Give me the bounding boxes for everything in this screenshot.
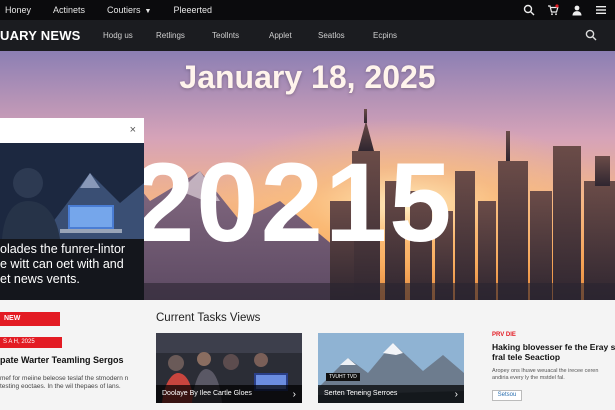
panel-text-line: e witt can oet with and xyxy=(0,257,124,271)
cart-icon[interactable] xyxy=(547,4,559,16)
right-story-tag: PRV DIE xyxy=(492,332,516,338)
card-caption: Serten Teneing Serroes xyxy=(318,385,464,403)
card-badge: TVUHT TVD xyxy=(326,373,360,381)
right-story-title-line: fral tele Seactiop xyxy=(492,352,561,362)
right-story-title[interactable]: Haking blovesser fe the Eray stera fral … xyxy=(492,342,615,362)
hero-date-heading: January 18, 2025 xyxy=(179,59,436,95)
topbar-link-pleeerted[interactable]: Pleeerted xyxy=(173,5,212,15)
chevron-right-icon[interactable]: › xyxy=(293,389,296,400)
nav-link-2[interactable]: Retlings xyxy=(156,31,212,40)
top-utility-bar: Honey Actinets Coutiers ▼ Pleeerted xyxy=(0,0,615,20)
section-title: Current Tasks Views xyxy=(156,312,261,324)
right-story-button[interactable]: Setsou xyxy=(492,390,522,401)
panel-text-line: olades the funrer-lintor xyxy=(0,242,126,256)
search-icon[interactable] xyxy=(585,29,597,41)
left-story-title[interactable]: pate Warter Teamling Sergos xyxy=(0,355,124,365)
page-root: Honey Actinets Coutiers ▼ Pleeerted UARY … xyxy=(0,0,615,410)
panel-image xyxy=(0,143,144,239)
right-story-desc-line: andiria every ly the mstdel fal. xyxy=(492,375,565,381)
new-badge: NEW xyxy=(0,312,60,326)
nav-link-3[interactable]: Teollnts xyxy=(212,31,269,40)
search-icon[interactable] xyxy=(523,4,535,16)
right-story-desc-line: Aropey ons lhuwe weuacal the irecee cere… xyxy=(492,368,599,374)
site-logo[interactable]: UARY NEWS xyxy=(0,28,103,43)
nav-link-6[interactable]: Ecpins xyxy=(373,31,423,40)
chevron-right-icon[interactable]: › xyxy=(455,389,458,400)
main-navbar: UARY NEWS Hodg us Retlings Teollnts Appl… xyxy=(0,20,615,51)
left-story-desc: mef for meiine beleose teslaf the stmode… xyxy=(0,375,129,390)
topbar-link-coutiers[interactable]: Coutiers ▼ xyxy=(107,5,151,15)
close-icon[interactable]: × xyxy=(130,124,136,136)
topbar-link-home[interactable]: Honey xyxy=(5,5,31,15)
panel-text: olades the funrer-lintor e witt can oet … xyxy=(0,242,144,287)
nav-link-1[interactable]: Hodg us xyxy=(103,31,156,40)
right-story-desc: Aropey ons lhuwe weuacal the irecee cere… xyxy=(492,368,615,382)
story-card[interactable]: TVUHT TVD Serten Teneing Serroes › xyxy=(318,333,464,403)
right-story-title-line: Haking blovesser fe the Eray stera xyxy=(492,342,615,352)
panel-header: × xyxy=(0,118,144,143)
card-caption: Doolaye By Ilee Cartle Gloes xyxy=(156,385,302,403)
date-badge: S A H, 2025 xyxy=(0,337,62,348)
lower-content: NEW S A H, 2025 pate Warter Teamling Ser… xyxy=(0,300,615,410)
story-card[interactable]: Doolaye By Ilee Cartle Gloes › xyxy=(156,333,302,403)
promo-panel[interactable]: × olades the funrer-lintor e witt can oe… xyxy=(0,118,144,300)
nav-link-4[interactable]: Applet xyxy=(269,31,318,40)
topbar-icons xyxy=(523,0,607,20)
chevron-down-icon: ▼ xyxy=(144,8,152,15)
user-icon[interactable] xyxy=(571,4,583,16)
menu-icon[interactable] xyxy=(595,4,607,16)
panel-text-line: et news vents. xyxy=(0,272,80,286)
hero-year-text: 20215 xyxy=(132,140,454,265)
topbar-link-actinets[interactable]: Actinets xyxy=(53,5,85,15)
topbar-link-label: Coutiers xyxy=(107,5,141,15)
nav-link-5[interactable]: Seatlos xyxy=(318,31,373,40)
